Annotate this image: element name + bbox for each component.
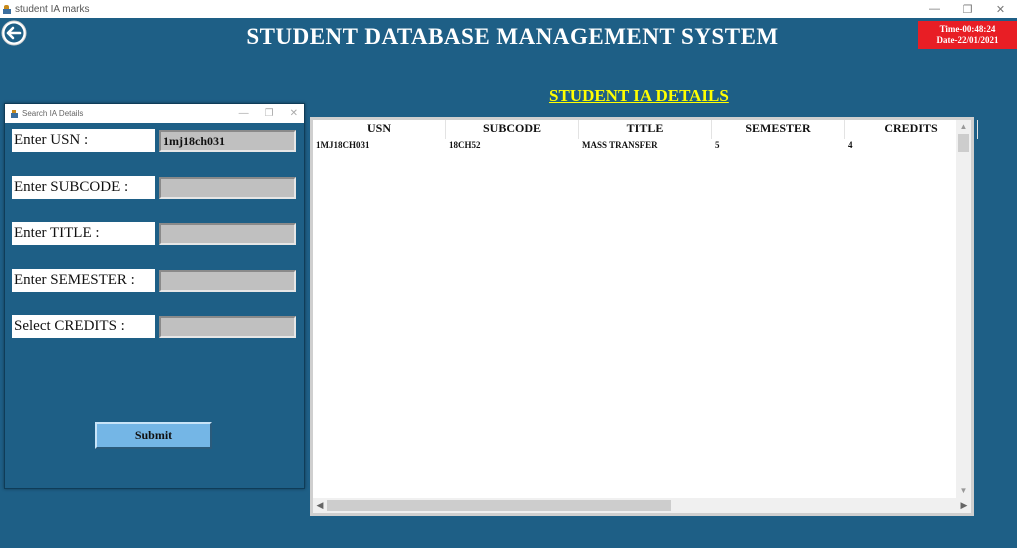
cell-subcode: 18CH52 bbox=[449, 140, 481, 150]
dialog-app-icon bbox=[11, 109, 18, 118]
credits-label: Select CREDITS : bbox=[12, 315, 155, 338]
app-icon bbox=[3, 4, 11, 14]
search-dialog: Search IA Details — ❐ ✕ Enter USN : Ente… bbox=[4, 103, 305, 489]
scroll-down-icon[interactable]: ▼ bbox=[956, 484, 971, 498]
scroll-right-icon[interactable]: ▶ bbox=[957, 498, 971, 513]
subcode-label: Enter SUBCODE : bbox=[12, 176, 155, 199]
vertical-scrollbar[interactable]: ▲ ▼ bbox=[956, 120, 971, 498]
scroll-left-icon[interactable]: ◀ bbox=[313, 498, 327, 513]
window-titlebar: student IA marks — ❐ ✕ bbox=[0, 0, 1017, 18]
clock-badge: Time-00:48:24 Date-22/01/2021 bbox=[918, 21, 1017, 49]
cell-semester: 5 bbox=[715, 140, 720, 150]
cell-usn: 1MJ18CH031 bbox=[316, 140, 370, 150]
dialog-controls: — ❐ ✕ bbox=[239, 104, 298, 123]
page-title: STUDENT DATABASE MANAGEMENT SYSTEM bbox=[246, 24, 779, 49]
horizontal-scroll-thumb[interactable] bbox=[327, 500, 671, 511]
subcode-input[interactable] bbox=[159, 177, 296, 199]
close-icon[interactable]: ✕ bbox=[984, 0, 1017, 18]
usn-label: Enter USN : bbox=[12, 129, 155, 152]
usn-input[interactable] bbox=[159, 130, 296, 152]
column-header-subcode[interactable]: SUBCODE bbox=[446, 120, 579, 139]
dialog-titlebar: Search IA Details — ❐ ✕ bbox=[5, 104, 304, 123]
submit-button[interactable]: Submit bbox=[95, 422, 212, 449]
window-controls: — ❐ ✕ bbox=[918, 0, 1017, 18]
dialog-minimize-icon[interactable]: — bbox=[239, 108, 249, 119]
section-title: STUDENT IA DETAILS bbox=[549, 86, 729, 105]
dialog-restore-icon[interactable]: ❐ bbox=[265, 108, 274, 119]
clock-time: Time-00:48:24 bbox=[939, 24, 996, 34]
table-row[interactable]: 1MJ18CH031 18CH52 MASS TRANSFER 5 4 bbox=[313, 140, 957, 150]
semester-input[interactable] bbox=[159, 270, 296, 292]
vertical-scroll-thumb[interactable] bbox=[958, 134, 969, 152]
column-header-semester[interactable]: SEMESTER bbox=[712, 120, 845, 139]
horizontal-scrollbar[interactable]: ◀ ▶ bbox=[313, 498, 971, 513]
restore-icon[interactable]: ❐ bbox=[951, 0, 984, 18]
column-header-usn[interactable]: USN bbox=[313, 120, 446, 139]
clock-date: Date-22/01/2021 bbox=[936, 35, 999, 45]
cell-title: MASS TRANSFER bbox=[582, 140, 658, 150]
results-table: USN SUBCODE TITLE SEMESTER CREDITS 1MJ18… bbox=[310, 117, 978, 516]
credits-input[interactable] bbox=[159, 316, 296, 338]
minimize-icon[interactable]: — bbox=[918, 0, 951, 18]
column-header-title[interactable]: TITLE bbox=[579, 120, 712, 139]
dialog-close-icon[interactable]: ✕ bbox=[290, 108, 298, 119]
title-label: Enter TITLE : bbox=[12, 222, 155, 245]
table-header: USN SUBCODE TITLE SEMESTER CREDITS bbox=[313, 120, 978, 139]
title-input[interactable] bbox=[159, 223, 296, 245]
semester-label: Enter SEMESTER : bbox=[12, 269, 155, 292]
window-title: student IA marks bbox=[15, 3, 90, 15]
dialog-title: Search IA Details bbox=[22, 109, 84, 118]
scroll-up-icon[interactable]: ▲ bbox=[956, 120, 971, 134]
